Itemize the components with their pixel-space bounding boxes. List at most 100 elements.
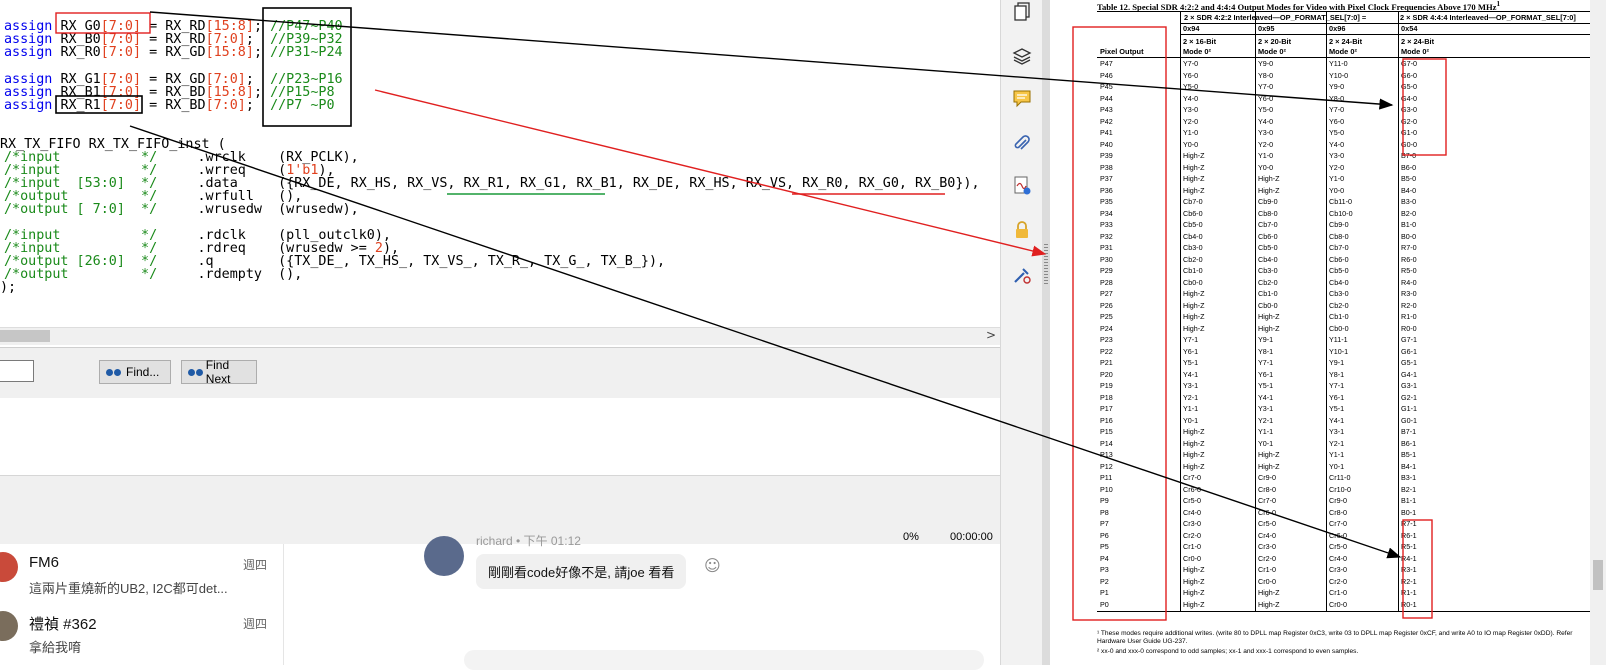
table-cell: Cr0-0 [1329, 599, 1347, 609]
table-cell: R6-0 [1401, 254, 1417, 264]
table-cell: B7-1 [1401, 427, 1417, 436]
table-rule [1180, 34, 1590, 35]
table-cell: Y7-1 [1329, 381, 1345, 390]
pixel-output-cell: P44 [1100, 93, 1113, 103]
pixel-output-cell: P11 [1100, 473, 1113, 482]
table-cell: R5-1 [1401, 542, 1417, 551]
scrollbar-thumb[interactable] [1593, 560, 1603, 590]
table-cell: High-Z [1183, 162, 1205, 172]
code-editor[interactable]: assign RX_G0[7:0] = RX_RD[15:8]; //P47~P… [0, 0, 1000, 346]
conversation-day: 週四 [242, 617, 267, 631]
table-cell: High-Z [1183, 461, 1205, 471]
table-cell: B1-0 [1401, 220, 1417, 229]
pixel-output-cell: P27 [1100, 289, 1113, 298]
pixel-output-cell: P2 [1100, 576, 1109, 586]
table-cell: R0-1 [1401, 599, 1417, 609]
table-cell: Cb0-0 [1258, 300, 1278, 310]
pixel-output-cell: P31 [1100, 243, 1113, 252]
table-cell: Y2-1 [1258, 415, 1274, 425]
table-cell: Cr2-0 [1329, 576, 1347, 586]
pages-icon[interactable] [1012, 2, 1032, 22]
table-cell: R7-1 [1401, 519, 1417, 528]
find-input[interactable] [0, 360, 34, 382]
port-name: .rdempty [197, 267, 263, 282]
table-cell: B4-1 [1401, 461, 1417, 471]
table-cell: Cb8-0 [1329, 231, 1349, 241]
table-cell: R4-0 [1401, 277, 1417, 287]
table-cell: Y9-1 [1329, 358, 1345, 367]
table-cell: Cr0-0 [1258, 576, 1276, 586]
table-cell: Cr7-0 [1329, 519, 1347, 528]
conversation-item[interactable]: FM6 這兩片重燒新的UB2, I2C都可det... 週四 [0, 544, 283, 604]
message-input[interactable] [464, 650, 984, 670]
pixel-output-cell: P20 [1100, 369, 1113, 379]
table-cell: B6-1 [1401, 438, 1417, 448]
pixel-output-cell: P37 [1100, 174, 1113, 183]
splitter-grip[interactable] [1044, 244, 1048, 284]
signal-lhs: RX_R0 [60, 45, 101, 60]
conversation-item[interactable]: 禮禎 #362 拿給我唷 週四 [0, 603, 283, 663]
port-value: (), [278, 267, 303, 282]
table-cell: Cr2-0 [1183, 530, 1201, 540]
column-header: Pixel Output [1100, 47, 1144, 56]
pixel-output-cell: P42 [1100, 116, 1113, 126]
table-cell: Cb3-0 [1329, 289, 1349, 298]
table-cell: Y7-1 [1258, 358, 1274, 367]
table-cell: Y10-1 [1329, 346, 1349, 356]
pixel-output-cell: P36 [1100, 185, 1113, 195]
table-cell: Y0-1 [1329, 461, 1345, 471]
table-cell: G5-0 [1401, 82, 1417, 91]
table-cell: Cr5-0 [1183, 496, 1201, 505]
pixel-output-cell: P41 [1100, 128, 1113, 137]
table-cell: High-Z [1183, 427, 1205, 436]
pixel-output-cell: P21 [1100, 358, 1113, 367]
vertical-scrollbar[interactable] [1590, 0, 1606, 665]
group-header: 2 × SDR 4:4:4 Interleaved—OP_FORMAT_SEL[… [1400, 13, 1576, 22]
table-cell: Cr6-0 [1183, 484, 1201, 494]
scrollbar-thumb[interactable] [0, 330, 50, 342]
table-cell: High-Z [1183, 151, 1205, 160]
table-cell: Cr8-0 [1329, 507, 1347, 517]
pixel-output-cell: P5 [1100, 542, 1109, 551]
table-cell: R7-0 [1401, 243, 1417, 252]
table-cell: Cr7-0 [1258, 496, 1276, 505]
table-cell: Cb4-0 [1258, 254, 1278, 264]
table-cell: Y1-0 [1183, 128, 1199, 137]
sign-tool-icon[interactable] [1012, 265, 1032, 285]
pixel-output-cell: P43 [1100, 105, 1113, 114]
scroll-right-arrow-icon[interactable]: > [986, 328, 996, 342]
horizontal-scrollbar[interactable]: > [0, 327, 1000, 345]
lock-icon[interactable] [1012, 220, 1032, 240]
table-cell: Y6-0 [1258, 93, 1274, 103]
sender-avatar [424, 536, 464, 576]
find-next-button[interactable]: Find Next [181, 358, 257, 386]
table-rule [1097, 611, 1590, 612]
table-cell: Cr5-0 [1258, 519, 1276, 528]
table-column-rule [1255, 11, 1256, 611]
table-cell: Y4-1 [1258, 392, 1274, 402]
table-cell: Y3-1 [1258, 404, 1274, 413]
find-button[interactable]: Find... [99, 360, 171, 384]
pixel-output-cell: P12 [1100, 461, 1113, 471]
signature-icon[interactable] [1012, 176, 1032, 196]
table-cell: Cb7-0 [1183, 197, 1203, 206]
elapsed-time: 00:00:00 [950, 531, 993, 543]
table-cell: Cb7-0 [1258, 220, 1278, 229]
emoji-react-icon[interactable]: ☺ [704, 556, 721, 575]
layers-icon[interactable] [1012, 46, 1032, 66]
table-cell: B3-0 [1401, 197, 1417, 206]
table-cell: B2-1 [1401, 484, 1417, 494]
pixel-output-cell: P6 [1100, 530, 1109, 540]
attachment-icon[interactable] [1012, 134, 1032, 154]
bit-range: [7:0] [100, 98, 142, 113]
code-line-assign-2: assign RX_R0[7:0] = RX_GD[15:8]; //P31~P… [4, 45, 343, 60]
chat-messages: richard • 下午 01:12 剛剛看code好像不是, 請joe 看看 … [284, 534, 1000, 670]
table-cell: Cr6-0 [1329, 530, 1347, 540]
table-cell: Cr11-0 [1329, 473, 1351, 482]
table-cell: B6-0 [1401, 162, 1417, 172]
table-cell: Y9-0 [1258, 59, 1274, 68]
table-cell: Cb0-0 [1329, 323, 1349, 333]
comment-icon[interactable] [1012, 89, 1032, 109]
table-cell: Cr10-0 [1329, 484, 1351, 494]
panel-splitter[interactable] [1042, 0, 1050, 665]
